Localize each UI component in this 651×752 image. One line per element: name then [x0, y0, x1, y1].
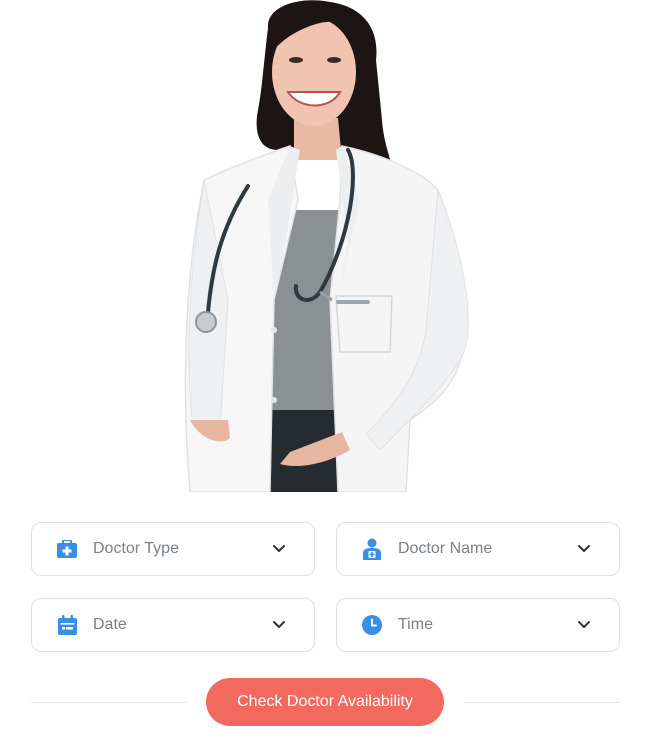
- chevron-down-icon: [577, 618, 591, 632]
- time-label: Time: [398, 616, 433, 633]
- doctor-photo: [170, 0, 490, 492]
- divider-left: [31, 702, 187, 703]
- check-availability-button[interactable]: Check Doctor Availability: [206, 678, 444, 726]
- doctor-name-label: Doctor Name: [398, 540, 493, 557]
- chevron-down-icon: [577, 542, 591, 556]
- calendar-icon: [56, 614, 78, 636]
- date-label: Date: [93, 616, 127, 633]
- time-dropdown[interactable]: Time: [336, 598, 620, 652]
- chevron-down-icon: [272, 618, 286, 632]
- medical-bag-icon: [56, 538, 78, 560]
- divider-right: [464, 702, 620, 703]
- date-dropdown[interactable]: Date: [31, 598, 315, 652]
- doctor-person-icon: [361, 538, 383, 560]
- clock-icon: [361, 614, 383, 636]
- doctor-name-dropdown[interactable]: Doctor Name: [336, 522, 620, 576]
- doctor-type-dropdown[interactable]: Doctor Type: [31, 522, 315, 576]
- chevron-down-icon: [272, 542, 286, 556]
- doctor-type-label: Doctor Type: [93, 540, 179, 557]
